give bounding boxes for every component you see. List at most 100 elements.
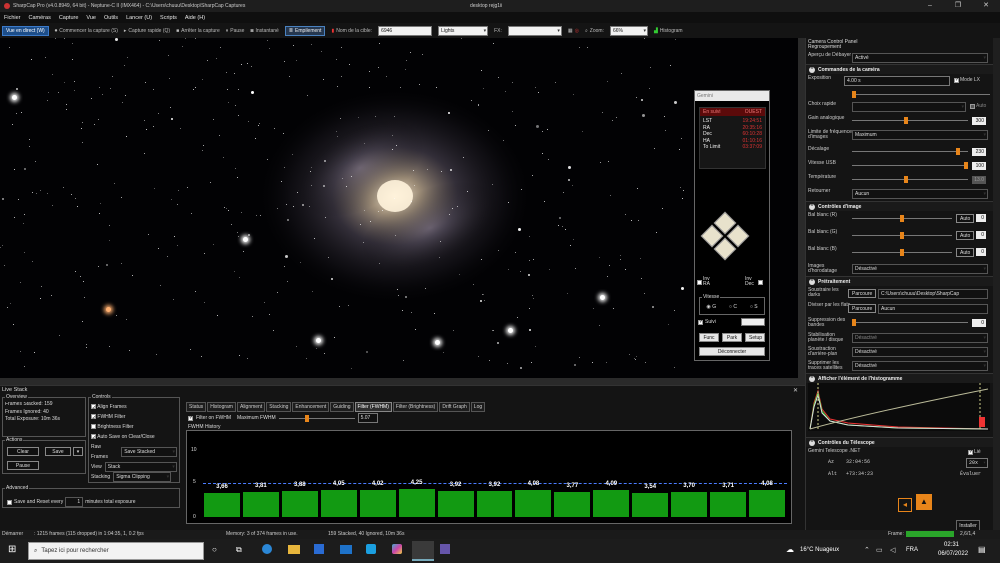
network-icon[interactable]: ▭ bbox=[876, 546, 883, 554]
clear-button[interactable]: Clear bbox=[7, 447, 39, 456]
quick-capture-button[interactable]: ▸ Capture rapide (Q) bbox=[124, 28, 170, 34]
filter-on-fwhm-checkbox[interactable] bbox=[188, 415, 193, 421]
language-indicator[interactable]: FRA bbox=[906, 547, 918, 553]
exposure-slider[interactable] bbox=[852, 91, 990, 98]
park-button[interactable]: Park bbox=[722, 333, 742, 342]
save-dropdown-icon[interactable]: ▾ bbox=[73, 447, 83, 456]
banding-slider[interactable] bbox=[852, 319, 968, 326]
max-fwhm-input[interactable]: 5.07 bbox=[357, 413, 378, 423]
wb-blue-slider[interactable] bbox=[852, 249, 952, 256]
brightness-filter-checkbox[interactable] bbox=[91, 424, 96, 430]
view-select[interactable]: Stack bbox=[104, 462, 177, 472]
target-name-input[interactable]: 6946 bbox=[378, 25, 433, 36]
wb-green-auto-button[interactable]: Auto bbox=[956, 231, 975, 240]
tab-guiding[interactable]: Guiding bbox=[330, 402, 354, 412]
pause-button[interactable]: ⏸ Pause bbox=[226, 28, 245, 34]
menu-capture[interactable]: Capture bbox=[59, 15, 79, 21]
wb-green-slider-thumb[interactable] bbox=[900, 232, 904, 239]
flip-select[interactable]: Aucun bbox=[852, 189, 988, 199]
telescope-controls-header[interactable]: ⌃ Contrôles du Télescope bbox=[806, 437, 993, 447]
image-vertical-scrollbar[interactable] bbox=[798, 38, 805, 378]
debayer-select[interactable]: Activé bbox=[852, 53, 988, 63]
slew-speed-select[interactable]: 20x bbox=[966, 458, 988, 468]
live-view-button[interactable]: Vue en direct (W) bbox=[2, 25, 49, 36]
darks-path-select[interactable]: C:\Users\chuuu\Desktop\SharpCap bbox=[878, 289, 988, 299]
temperature-slider[interactable] bbox=[852, 176, 968, 183]
wb-blue-value[interactable]: 0 bbox=[976, 248, 986, 256]
timestamp-select[interactable]: Désactivé bbox=[852, 264, 988, 274]
tab-histogram[interactable]: Histogram bbox=[207, 402, 236, 412]
menu-aide[interactable]: Aide (H) bbox=[185, 15, 205, 21]
linked-toggle[interactable]: Lié bbox=[968, 449, 981, 455]
gain-slider-thumb[interactable] bbox=[904, 117, 908, 124]
wb-green-slider[interactable] bbox=[852, 232, 952, 239]
tracking-toggle[interactable]: Suivi bbox=[698, 319, 716, 325]
lx-mode-toggle[interactable]: Mode LX bbox=[954, 77, 980, 83]
autosave-checkbox[interactable] bbox=[91, 434, 96, 440]
taskbar-search-box[interactable]: ⌕ Tapez ici pour rechercher bbox=[28, 542, 204, 560]
live-image-view[interactable]: Gemini En suivi OUEST LST 19:24:51 RA 20:35… bbox=[0, 38, 798, 378]
windows-start-icon[interactable]: ⊞ bbox=[8, 544, 16, 555]
menu-scripts[interactable]: Scripts bbox=[160, 15, 177, 21]
store-icon[interactable] bbox=[314, 544, 324, 554]
max-fwhm-slider-thumb[interactable] bbox=[304, 415, 309, 422]
menu-fichier[interactable]: Fichier bbox=[4, 15, 21, 21]
inv-ra-checkbox[interactable] bbox=[697, 279, 702, 285]
disconnect-button[interactable]: Déconnecter bbox=[699, 347, 765, 356]
snapshot-button[interactable]: ◙ Instantané bbox=[250, 28, 278, 34]
file-explorer-icon[interactable] bbox=[288, 545, 300, 554]
photos-icon[interactable] bbox=[392, 544, 402, 554]
inv-ra-toggle[interactable]: Inv RA bbox=[697, 277, 715, 287]
speed-c-radio[interactable]: ○ C bbox=[729, 304, 737, 310]
zoom-select[interactable]: 66% bbox=[609, 25, 648, 36]
tab-filter-fwhm[interactable]: Filter (FWHM) bbox=[354, 402, 392, 412]
evaluate-label[interactable]: Évaluer bbox=[960, 471, 981, 477]
stacking-button[interactable]: ≣ Empilement bbox=[284, 25, 326, 36]
sharpcap-taskbar-button[interactable] bbox=[412, 541, 434, 561]
autosave-toggle[interactable]: Auto Save on Clear/Close bbox=[91, 432, 177, 442]
edge-icon[interactable] bbox=[262, 544, 272, 554]
notifications-icon[interactable]: ▤ bbox=[978, 545, 986, 554]
tray-chevron-icon[interactable]: ⌃ bbox=[864, 546, 870, 554]
menu-cameras[interactable]: Caméras bbox=[29, 15, 51, 21]
pad-up-icon[interactable]: ▲ bbox=[916, 494, 932, 510]
pause-stack-button[interactable]: Pause bbox=[7, 461, 39, 470]
camera-controls-header[interactable]: ⌃ Commandes de la caméra bbox=[806, 64, 993, 74]
clock-date[interactable]: 06/07/2022 bbox=[938, 551, 968, 557]
usb-slider[interactable] bbox=[852, 162, 968, 169]
func-button[interactable]: Func bbox=[699, 333, 719, 342]
speed-g-radio[interactable]: ◉ G bbox=[706, 304, 716, 310]
darks-browse-button[interactable]: Parcoure bbox=[848, 289, 877, 298]
temperature-slider-thumb[interactable] bbox=[904, 176, 908, 183]
offset-slider-thumb[interactable] bbox=[956, 148, 960, 155]
fwhm-filter-toggle[interactable]: FWHM Filter bbox=[91, 412, 177, 422]
image-controls-header[interactable]: ⌃ Contrôles d'image bbox=[806, 201, 993, 211]
tab-stacking[interactable]: Stacking bbox=[266, 402, 292, 412]
frame-type-select[interactable]: Lights bbox=[438, 25, 489, 36]
preprocessing-header[interactable]: ⌃ Prétraitement bbox=[806, 276, 993, 286]
pad-left-icon[interactable]: ◂ bbox=[898, 498, 912, 512]
fwhm-filter-checkbox[interactable] bbox=[91, 414, 96, 420]
exposure-slider-thumb[interactable] bbox=[852, 91, 856, 98]
linked-checkbox[interactable] bbox=[968, 449, 973, 455]
image-horizontal-scrollbar[interactable] bbox=[0, 378, 805, 385]
align-frames-toggle[interactable]: Align Frames bbox=[91, 402, 177, 412]
banding-value[interactable]: 0 bbox=[972, 319, 986, 327]
frequency-select[interactable]: Maximum bbox=[852, 130, 988, 140]
wb-blue-auto-button[interactable]: Auto bbox=[956, 248, 975, 257]
fx-select[interactable] bbox=[507, 25, 562, 36]
maximize-icon[interactable]: ❐ bbox=[944, 0, 972, 12]
auto-exposure-toggle[interactable]: Auto bbox=[970, 103, 986, 109]
tab-alignment[interactable]: Alignment bbox=[236, 402, 266, 412]
settings-icons[interactable]: ▦ ◎ bbox=[568, 28, 579, 34]
histogram-widget[interactable] bbox=[808, 383, 990, 431]
telescope-app-icon[interactable] bbox=[440, 544, 450, 554]
gain-value[interactable]: 300 bbox=[972, 117, 986, 125]
mail-icon[interactable] bbox=[340, 545, 352, 554]
exposure-input[interactable]: 4.00 s bbox=[844, 76, 950, 86]
menu-outils[interactable]: Outils bbox=[104, 15, 118, 21]
menu-lancer[interactable]: Lancer (U) bbox=[126, 15, 152, 21]
wb-red-value[interactable]: 0 bbox=[976, 214, 986, 222]
setup-button[interactable]: Setup bbox=[745, 333, 765, 342]
tab-filter-brightness[interactable]: Filter (Brightness) bbox=[392, 402, 439, 412]
